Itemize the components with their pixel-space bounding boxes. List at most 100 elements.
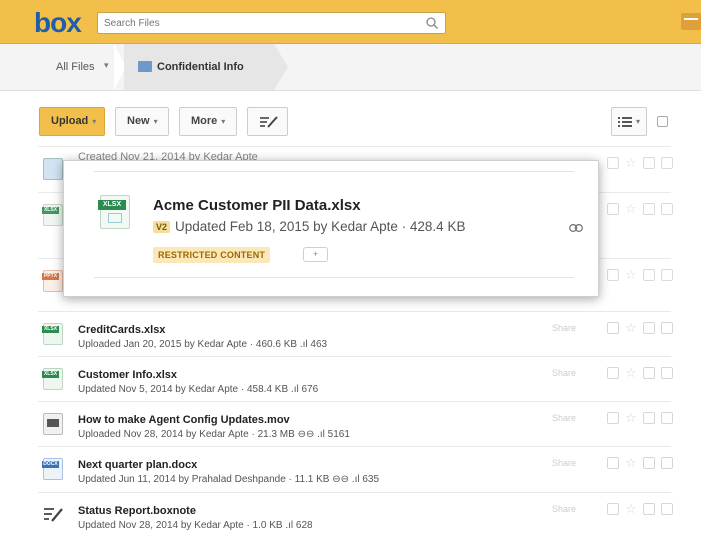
- divider: [94, 171, 574, 172]
- file-meta: Uploaded Jan 20, 2015 by Kedar Apte · 46…: [78, 339, 328, 350]
- share-button[interactable]: Share: [552, 458, 576, 468]
- chevron-down-icon: ▾: [636, 117, 641, 126]
- share-button[interactable]: Share: [552, 323, 576, 333]
- comment-icon[interactable]: [643, 367, 655, 379]
- preview-icon[interactable]: [607, 203, 619, 215]
- file-meta: Updated Jun 11, 2014 by Prahalad Deshpan…: [78, 474, 380, 485]
- checkbox[interactable]: [661, 322, 673, 334]
- table-row[interactable]: XLSX Customer Info.xlsx Updated Nov 5, 2…: [38, 356, 673, 402]
- shared-link-icon[interactable]: [569, 224, 583, 232]
- table-row[interactable]: DOCX Next quarter plan.docx Updated Jun …: [38, 446, 673, 492]
- folder-icon[interactable]: [681, 13, 701, 30]
- table-row[interactable]: XLSX CreditCards.xlsx Uploaded Jan 20, 2…: [38, 311, 673, 357]
- pptx-file-icon: PPTX: [42, 270, 63, 292]
- top-bar: box: [0, 0, 701, 44]
- star-icon[interactable]: ☆: [625, 202, 637, 215]
- row-actions: ☆: [593, 411, 673, 426]
- video-file-icon: [43, 413, 63, 435]
- preview-icon[interactable]: [607, 157, 619, 169]
- upload-button[interactable]: Upload ▾: [39, 107, 105, 136]
- star-icon[interactable]: ☆: [625, 321, 637, 334]
- search-icon[interactable]: [425, 16, 439, 30]
- file-name[interactable]: How to make Agent Config Updates.mov: [78, 414, 290, 426]
- row-actions: ☆: [593, 321, 673, 336]
- star-icon[interactable]: ☆: [625, 366, 637, 379]
- file-preview-card[interactable]: XLSX Acme Customer PII Data.xlsx V2 Upda…: [63, 160, 599, 297]
- star-icon[interactable]: ☆: [625, 502, 637, 515]
- comment-icon[interactable]: [643, 457, 655, 469]
- search-input[interactable]: [104, 15, 414, 31]
- xlsx-file-icon: XLSX: [98, 195, 130, 229]
- breadcrumb-all-files[interactable]: All Files: [56, 61, 95, 73]
- view-toggle-button[interactable]: ▾: [611, 107, 647, 136]
- new-boxnote-button[interactable]: [247, 107, 288, 136]
- file-type-label: XLSX: [98, 200, 126, 210]
- file-name[interactable]: Status Report.boxnote: [78, 505, 196, 517]
- video-thumbnail: [47, 419, 59, 427]
- checkbox[interactable]: [661, 503, 673, 515]
- star-icon[interactable]: ☆: [625, 156, 637, 169]
- docx-file-icon: DOCX: [42, 458, 63, 480]
- comment-icon[interactable]: [643, 503, 655, 515]
- file-name[interactable]: Customer Info.xlsx: [78, 369, 177, 381]
- file-name[interactable]: Next quarter plan.docx: [78, 459, 197, 471]
- more-button[interactable]: More ▾: [179, 107, 237, 136]
- file-name[interactable]: CreditCards.xlsx: [78, 324, 165, 336]
- chevron-down-icon[interactable]: ▾: [104, 60, 109, 71]
- chevron-down-icon: ▾: [221, 117, 226, 126]
- checkbox[interactable]: [661, 269, 673, 281]
- star-icon[interactable]: ☆: [625, 411, 637, 424]
- checkbox[interactable]: [661, 457, 673, 469]
- classification-badge[interactable]: RESTRICTED CONTENT: [153, 247, 271, 263]
- xlsx-file-icon: XLSX: [42, 204, 63, 226]
- row-actions: ☆: [593, 366, 673, 381]
- row-actions: ☆: [593, 156, 673, 171]
- version-badge[interactable]: V2: [153, 221, 171, 233]
- boxnote-icon: [44, 508, 63, 522]
- pencil-icon: [260, 116, 278, 128]
- file-meta: Updated Nov 5, 2014 by Kedar Apte · 458.…: [78, 384, 319, 395]
- xlsx-file-icon: XLSX: [42, 368, 63, 390]
- preview-icon[interactable]: [607, 412, 619, 424]
- select-all-checkbox[interactable]: [657, 116, 668, 127]
- star-icon[interactable]: ☆: [625, 456, 637, 469]
- checkbox[interactable]: [661, 157, 673, 169]
- preview-icon[interactable]: [607, 322, 619, 334]
- file-title[interactable]: Acme Customer PII Data.xlsx: [153, 197, 361, 214]
- row-actions: ☆: [593, 202, 673, 217]
- add-tag-button[interactable]: +: [303, 247, 328, 262]
- breadcrumb: All Files ▾ Confidential Info: [0, 44, 701, 91]
- share-button[interactable]: Share: [552, 368, 576, 378]
- upload-label: Upload: [51, 115, 89, 127]
- preview-icon[interactable]: [607, 503, 619, 515]
- comment-icon[interactable]: [643, 412, 655, 424]
- comment-icon[interactable]: [643, 157, 655, 169]
- table-row[interactable]: How to make Agent Config Updates.mov Upl…: [38, 401, 673, 447]
- divider: [94, 277, 574, 278]
- preview-icon[interactable]: [607, 269, 619, 281]
- preview-icon[interactable]: [607, 367, 619, 379]
- share-button[interactable]: Share: [552, 413, 576, 423]
- xlsx-file-icon: XLSX: [42, 323, 63, 345]
- checkbox[interactable]: [661, 367, 673, 379]
- spreadsheet-grid-icon: [108, 213, 122, 223]
- comment-icon[interactable]: [643, 203, 655, 215]
- comment-icon[interactable]: [643, 269, 655, 281]
- star-icon[interactable]: ☆: [625, 268, 637, 281]
- checkbox[interactable]: [661, 412, 673, 424]
- row-actions: ☆: [593, 268, 673, 283]
- row-actions: ☆: [593, 456, 673, 471]
- comment-icon[interactable]: [643, 322, 655, 334]
- box-logo[interactable]: box: [34, 7, 82, 39]
- share-button[interactable]: Share: [552, 504, 576, 514]
- search-box[interactable]: [97, 12, 446, 34]
- breadcrumb-current[interactable]: Confidential Info: [124, 44, 288, 90]
- checkbox[interactable]: [661, 203, 673, 215]
- file-meta: Updated Nov 28, 2014 by Kedar Apte · 1.0…: [78, 520, 313, 531]
- preview-icon[interactable]: [607, 457, 619, 469]
- table-row[interactable]: Status Report.boxnote Updated Nov 28, 20…: [38, 492, 673, 538]
- file-icon: [43, 158, 63, 180]
- new-button[interactable]: New ▾: [115, 107, 169, 136]
- more-label: More: [191, 115, 218, 127]
- breadcrumb-current-label: Confidential Info: [157, 61, 244, 73]
